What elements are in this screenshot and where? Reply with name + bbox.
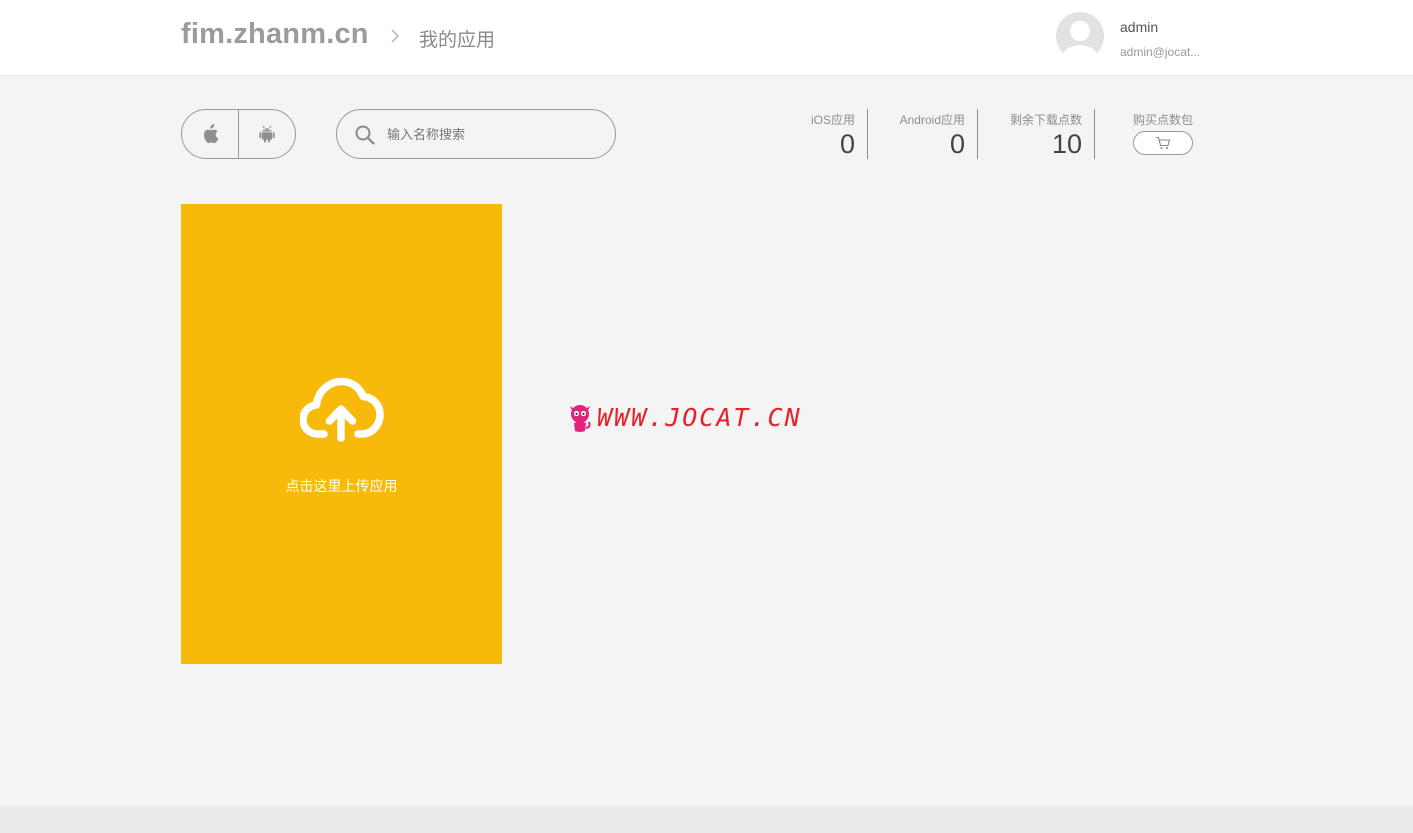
avatar[interactable] [1056, 12, 1104, 60]
divider [977, 109, 978, 159]
top-header: fim.zhanm.cn 我的应用 admin admin@jocat... [0, 0, 1413, 76]
watermark-text: WWW.JOCAT.CN [597, 402, 802, 432]
stat-ios-apps: iOS应用 0 [790, 109, 855, 159]
chevron-right-icon [391, 29, 400, 43]
user-silhouette-icon [1062, 21, 1098, 60]
cat-logo-icon [570, 405, 591, 432]
stat-android-value: 0 [949, 129, 965, 159]
apple-icon [203, 124, 219, 144]
platform-filter [181, 109, 296, 159]
stat-ios-value: 0 [839, 129, 855, 159]
search-icon [355, 125, 375, 145]
stat-downloads-value: 10 [1051, 129, 1082, 159]
site-title[interactable]: fim.zhanm.cn [181, 18, 369, 51]
upload-label: 点击这里上传应用 [285, 478, 398, 494]
divider [867, 109, 868, 159]
watermark: WWW.JOCAT.CN [567, 400, 802, 434]
user-name[interactable]: admin [1120, 19, 1158, 35]
cart-button[interactable] [1133, 131, 1193, 155]
divider [1094, 109, 1095, 159]
buy-points-package: 购买点数包 [1120, 109, 1193, 155]
search-input[interactable] [387, 122, 602, 146]
stat-remaining-downloads: 剩余下载点数 10 [990, 109, 1082, 159]
android-icon [259, 125, 275, 143]
filter-ios-button[interactable] [182, 110, 238, 158]
upload-app-card[interactable]: 点击这里上传应用 [181, 204, 502, 664]
footer [0, 806, 1413, 833]
cloud-upload-icon [300, 377, 384, 442]
cart-icon [1156, 136, 1171, 149]
stat-android-apps: Android应用 0 [880, 109, 965, 159]
search-box [336, 109, 616, 159]
filter-android-button[interactable] [238, 110, 295, 158]
stat-downloads-label: 剩余下载点数 [1009, 113, 1082, 127]
stat-ios-label: iOS应用 [810, 113, 855, 127]
stat-android-label: Android应用 [899, 113, 965, 127]
buy-label: 购买点数包 [1132, 113, 1193, 127]
breadcrumb-current: 我的应用 [419, 30, 496, 51]
user-email: admin@jocat... [1120, 45, 1201, 59]
